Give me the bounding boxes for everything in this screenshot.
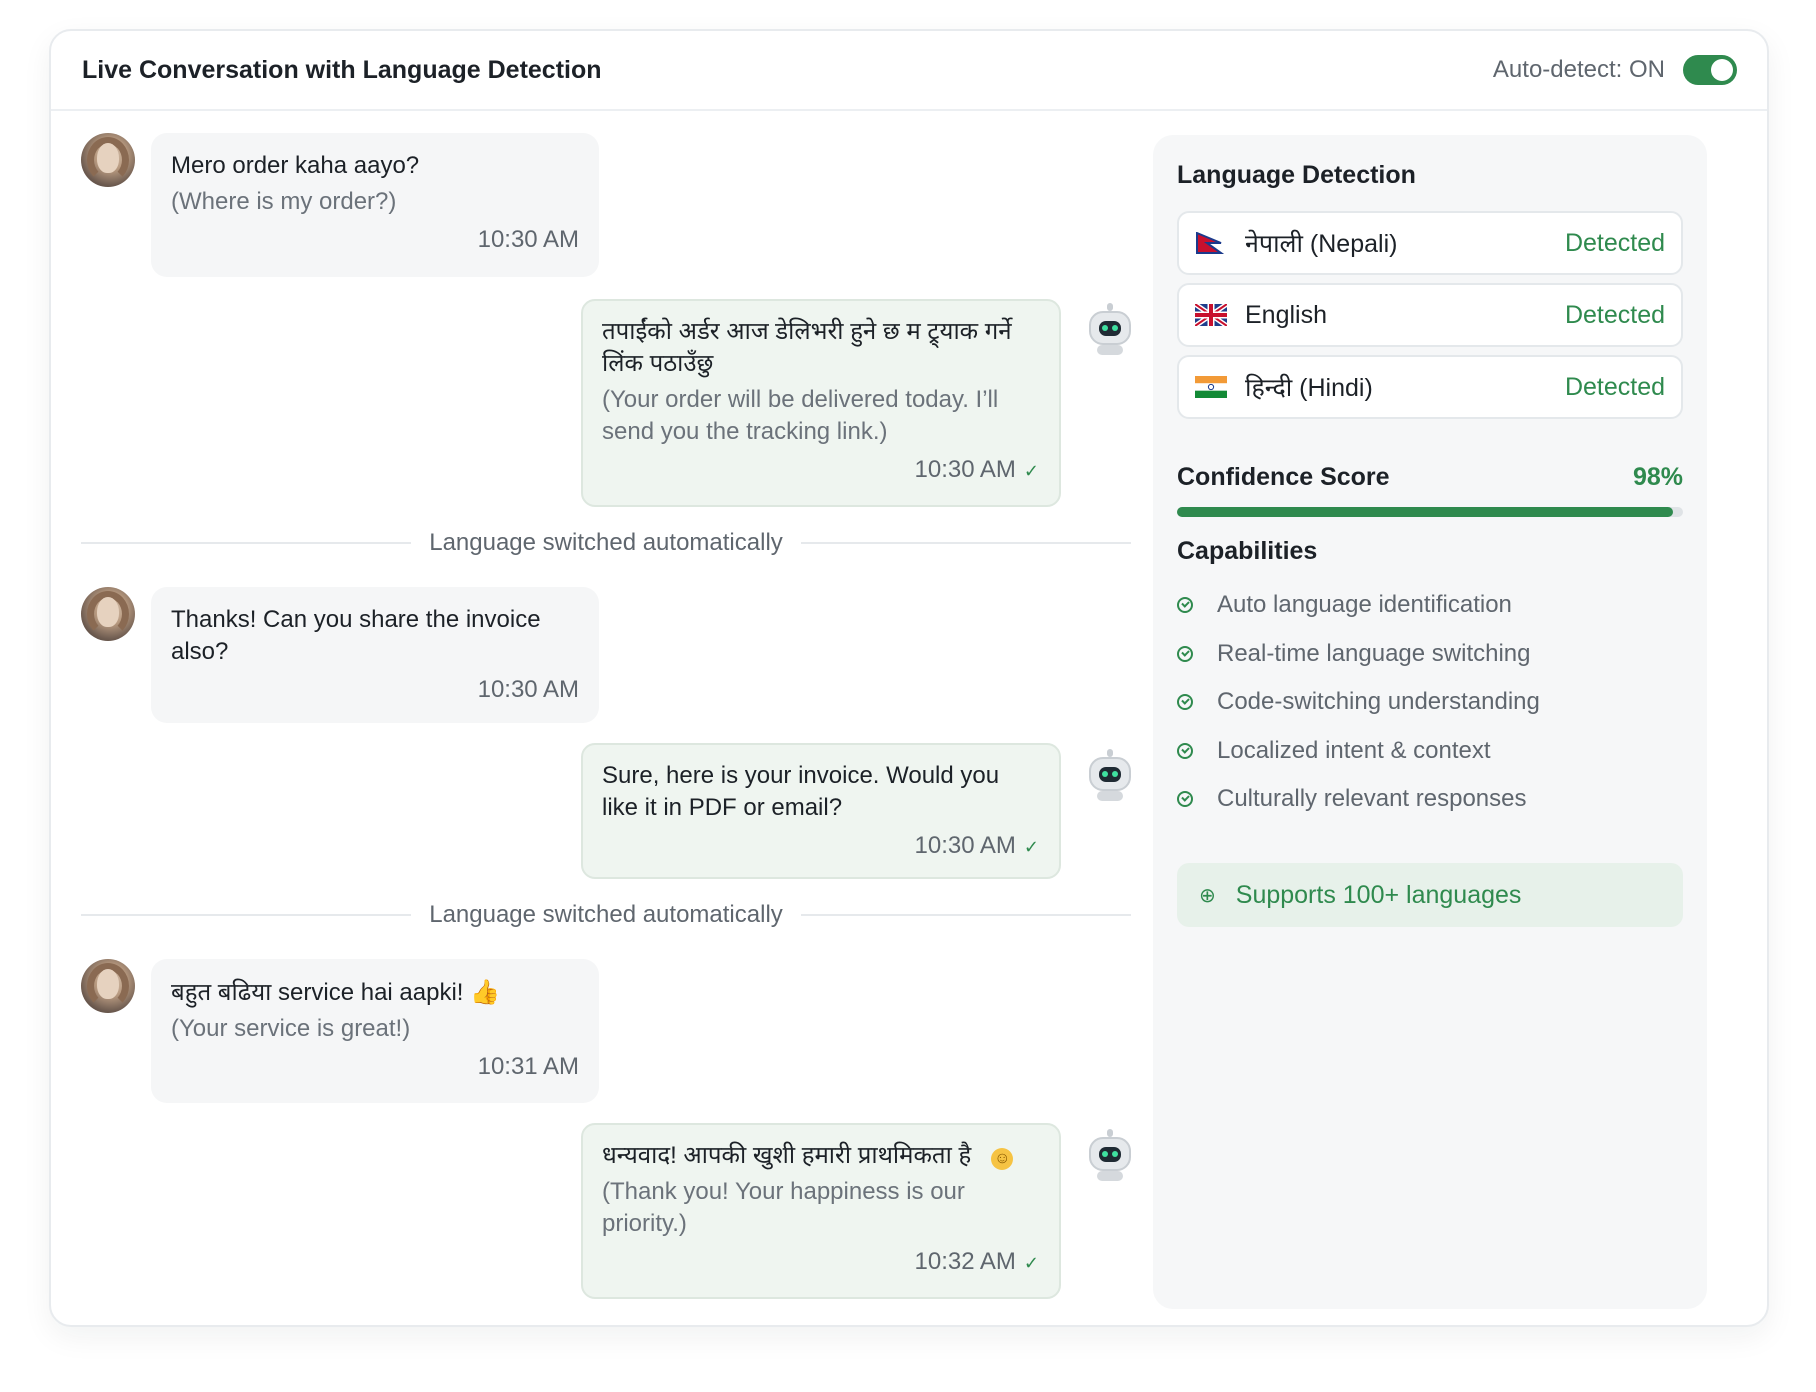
bot-avatar-icon [1085,749,1135,801]
language-name: नेपाली (Nepali) [1245,230,1398,258]
capability-text: Real-time language switching [1217,639,1531,667]
message-text: Mero order kaha aayo? [171,152,420,179]
check-icon: ✓ [1023,461,1039,481]
message-text: बहुत बढिया service hai aapki! [171,979,464,1006]
auto-detect-control: Auto-detect: ON [1493,55,1737,85]
bot-avatar-icon [1085,1129,1135,1181]
message-time: 10:30 AM [914,832,1016,859]
capability-item: Real-time language switching [1177,630,1683,679]
message-text: Sure, here is your invoice. Would you li… [602,762,1000,821]
check-icon: ✓ [1023,1253,1039,1273]
message-text: तपाईंको अर्डर आज डेलिभरी हुने छ म ट्र्या… [602,318,1012,377]
panel-title: Language Detection [1177,161,1416,189]
capability-text: Localized intent & context [1217,736,1491,764]
uk-flag-icon [1195,304,1227,326]
message-translation: (Your order will be delivered today. I’l… [602,386,999,445]
language-switch-divider: Language switched automatically [81,525,1131,561]
language-status: Detected [1564,372,1665,401]
check-circle-icon [1177,597,1193,614]
confidence-label: Confidence Score [1177,463,1390,491]
user-avatar [81,133,135,187]
bot-message-bubble: Sure, here is your invoice. Would you li… [581,743,1061,879]
page-title: Live Conversation with Language Detectio… [82,55,602,84]
language-card-hindi[interactable]: हिन्दी (Hindi) Detected [1177,355,1683,419]
language-status: Detected [1564,228,1665,257]
check-circle-icon [1177,645,1193,662]
bot-message-bubble: धन्यवाद! आपकी खुशी हमारी प्राथमिकता है ☺… [581,1123,1061,1299]
toggle-knob [1711,59,1733,81]
message-time-row: 10:30 AM ✓ [602,832,1040,860]
bot-avatar-icon [1085,303,1135,355]
capability-text: Auto language identification [1217,591,1512,619]
nepal-flag-icon [1195,232,1227,254]
user-message-bubble: Thanks! Can you share the invoice also? … [151,587,599,723]
smile-emoji-icon: ☺ [991,1148,1014,1170]
capability-item: Culturally relevant responses [1177,775,1683,824]
confidence-row: Confidence Score 98% [1177,463,1683,492]
language-name: हिन्दी (Hindi) [1245,374,1373,402]
message-text: धन्यवाद! आपकी खुशी हमारी प्राथमिकता है [602,1142,972,1169]
india-flag-icon [1195,376,1227,398]
capabilities-list: Auto language identification Real-time l… [1177,581,1683,824]
divider-text: Language switched automatically [429,529,783,556]
message-time: 10:32 AM [914,1248,1016,1275]
divider-text: Language switched automatically [429,901,783,928]
message-time-row: 10:32 AM ✓ [602,1248,1040,1276]
user-avatar [81,587,135,641]
message-time-row: 10:30 AM ✓ [602,456,1040,484]
check-circle-icon [1177,742,1193,759]
language-switch-divider: Language switched automatically [81,897,1131,933]
supports-languages-banner[interactable]: ⊕ Supports 100+ languages [1177,863,1683,927]
bot-message-bubble: तपाईंको अर्डर आज डेलिभरी हुने छ म ट्र्या… [581,299,1061,507]
confidence-progress-fill [1177,507,1673,517]
capabilities-title: Capabilities [1177,537,1318,565]
chat-thread: Mero order kaha aayo? (Where is my order… [51,111,1161,1325]
card-header: Live Conversation with Language Detectio… [51,31,1767,111]
message-time: 10:30 AM [914,456,1016,483]
capability-item: Localized intent & context [1177,727,1683,776]
check-icon: ✓ [1023,837,1039,857]
language-card-nepali[interactable]: नेपाली (Nepali) Detected [1177,211,1683,275]
message-text: Thanks! Can you share the invoice also? [171,606,541,665]
message-time: 10:30 AM [477,226,579,253]
thumbs-up-icon: 👍 [470,978,501,1006]
user-message-bubble: बहुत बढिया service hai aapki! 👍 (Your se… [151,959,599,1103]
message-text-row: बहुत बढिया service hai aapki! 👍 [171,976,579,1009]
auto-detect-toggle[interactable] [1683,55,1737,85]
language-card-english[interactable]: English Detected [1177,283,1683,347]
globe-icon: ⊕ [1199,884,1216,907]
language-status: Detected [1564,300,1665,329]
user-avatar [81,959,135,1013]
capability-item: Code-switching understanding [1177,678,1683,727]
message-translation: (Where is my order?) [171,188,397,215]
check-circle-icon [1177,791,1193,808]
support-text: Supports 100+ languages [1235,880,1522,909]
auto-detect-label: Auto-detect: ON [1492,56,1665,83]
message-text-row: धन्यवाद! आपकी खुशी हमारी प्राथमिकता है ☺ [602,1140,1039,1172]
capability-text: Code-switching understanding [1217,688,1540,716]
conversation-card: Live Conversation with Language Detectio… [49,29,1769,1327]
capability-item: Auto language identification [1177,581,1683,630]
confidence-value: 98% [1632,463,1683,491]
capability-text: Culturally relevant responses [1217,785,1527,813]
message-translation: (Thank you! Your happiness is our priori… [602,1178,965,1237]
language-name: English [1245,300,1327,329]
check-circle-icon [1177,694,1193,711]
language-detection-panel: Language Detection नेपाली (Nepali) Detec… [1153,135,1707,1309]
confidence-progress-bar [1177,507,1683,517]
message-time: 10:31 AM [477,1053,579,1080]
message-translation: (Your service is great!) [171,1015,411,1042]
message-time: 10:30 AM [477,676,579,703]
user-message-bubble: Mero order kaha aayo? (Where is my order… [151,133,599,277]
